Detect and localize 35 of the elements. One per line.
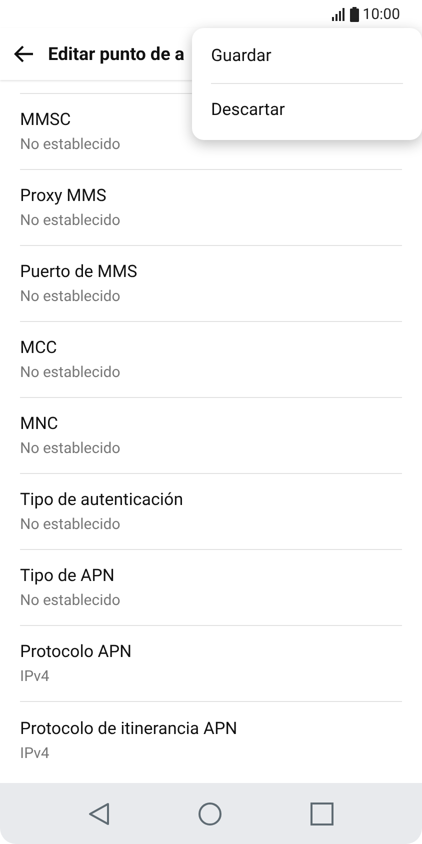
setting-title: Tipo de autenticación (20, 489, 184, 511)
back-icon[interactable] (88, 802, 110, 826)
setting-item[interactable]: Proxy MMS No establecido (20, 170, 402, 246)
setting-item[interactable]: MNC No establecido (20, 398, 402, 474)
setting-item[interactable]: Protocolo de itinerancia APN IPv4 (20, 702, 402, 778)
home-icon[interactable] (198, 802, 222, 826)
setting-value: IPv4 (20, 742, 50, 762)
recents-icon[interactable] (310, 802, 334, 826)
setting-value: No establecido (20, 286, 122, 306)
setting-title: Tipo de APN (20, 565, 116, 587)
setting-item[interactable]: Protocolo APN IPv4 (20, 626, 402, 702)
setting-title: Puerto de MMS (20, 261, 138, 283)
setting-title: Protocolo de itinerancia APN (20, 718, 238, 740)
setting-value: No establecido (20, 362, 122, 382)
setting-value: No establecido (20, 590, 122, 610)
menu-item[interactable]: Guardar (211, 30, 403, 84)
screen-title: Editar punto de a (48, 42, 184, 66)
setting-title: Protocolo APN (20, 641, 133, 663)
setting-item[interactable]: MCC No establecido (20, 322, 402, 398)
setting-value: No establecido (20, 210, 122, 230)
setting-value: No establecido (20, 514, 122, 534)
setting-item[interactable]: Tipo de APN No establecido (20, 550, 402, 626)
signal-icon (332, 8, 346, 20)
setting-item[interactable]: Tipo de autenticación No establecido (20, 474, 402, 550)
setting-title: MCC (20, 337, 58, 359)
back-arrow-icon[interactable] (14, 45, 34, 63)
menu-item[interactable]: Descartar (211, 84, 403, 138)
setting-title: MNC (20, 413, 60, 435)
setting-value: No establecido (20, 134, 122, 154)
setting-value: IPv4 (20, 666, 50, 686)
status-time: 10:00 (362, 4, 400, 25)
setting-item[interactable]: Puerto de MMS No establecido (20, 246, 402, 322)
battery-icon (350, 6, 359, 22)
setting-title: Proxy MMS (20, 185, 108, 207)
setting-value: No establecido (20, 438, 122, 458)
